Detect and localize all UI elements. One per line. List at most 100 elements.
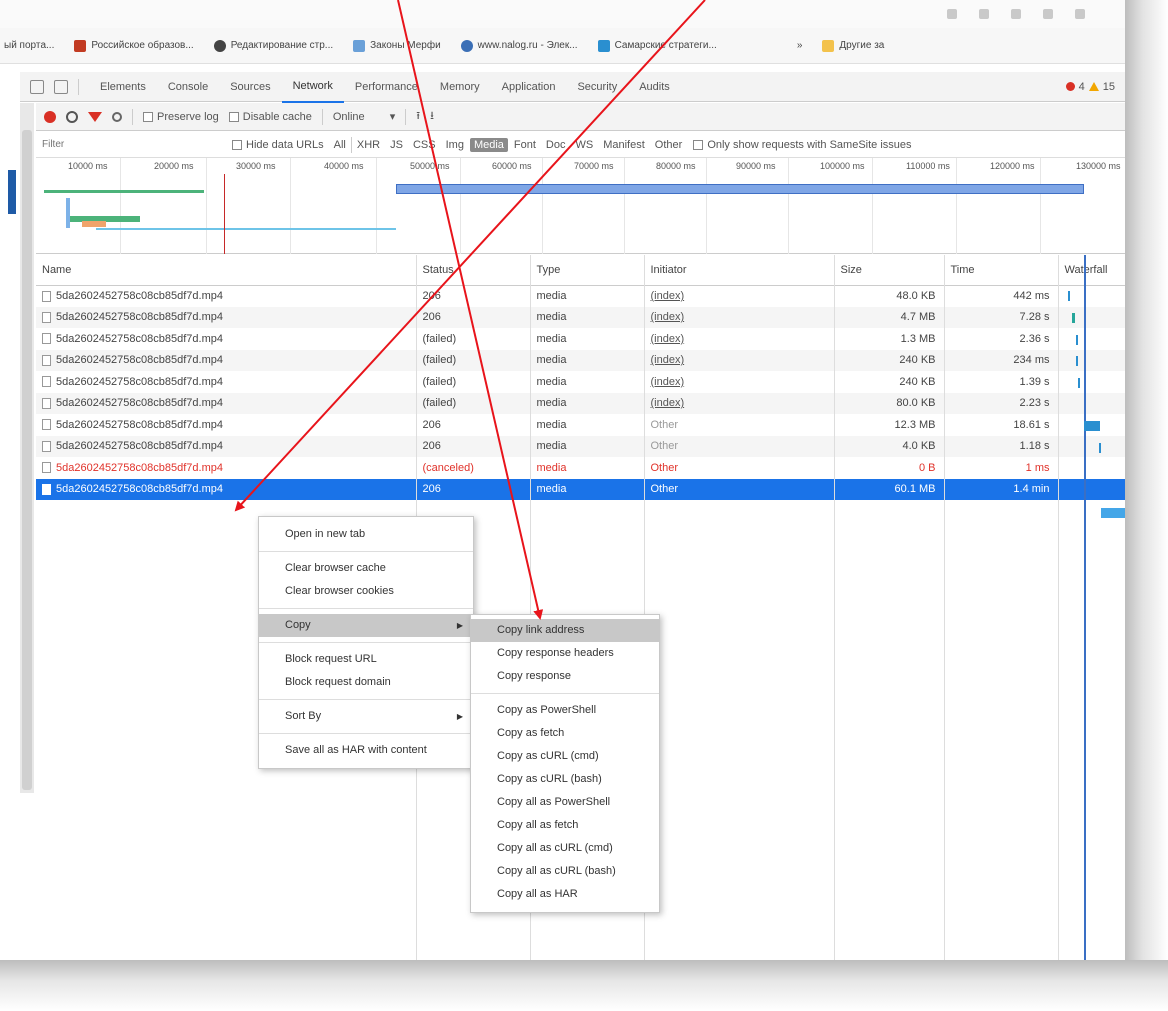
column-header-status[interactable]: Status <box>416 255 531 286</box>
waterfall-bar <box>1072 313 1075 323</box>
tab-network[interactable]: Network <box>281 71 344 103</box>
table-row[interactable]: 5da2602452758c08cb85df7d.mp4 206 media O… <box>36 414 1126 436</box>
extension-icon[interactable] <box>1043 9 1053 19</box>
table-row[interactable]: 5da2602452758c08cb85df7d.mp4 (canceled) … <box>36 457 1126 479</box>
menu-item-copy-response-headers[interactable]: Copy response headers <box>471 642 659 665</box>
filter-type-manifest[interactable]: Manifest <box>599 138 649 152</box>
bookmark-item[interactable]: Самарские стратеги... <box>597 39 717 52</box>
bookmark-item[interactable]: www.nalog.ru - Элек... <box>460 39 578 52</box>
table-row[interactable]: 5da2602452758c08cb85df7d.mp4 (failed) me… <box>36 328 1126 350</box>
record-icon[interactable] <box>44 110 56 123</box>
table-row[interactable]: 5da2602452758c08cb85df7d.mp4 206 media (… <box>36 285 1126 307</box>
filter-type-css[interactable]: CSS <box>409 138 440 152</box>
import-har-icon[interactable]: ⭱ <box>416 107 420 126</box>
table-row[interactable]: 5da2602452758c08cb85df7d.mp4 206 media O… <box>36 435 1126 457</box>
menu-item-copy-response[interactable]: Copy response <box>471 665 659 688</box>
preserve-log-checkbox[interactable]: Preserve log <box>143 111 219 123</box>
disable-cache-checkbox[interactable]: Disable cache <box>228 111 312 123</box>
menu-item-open-in-new-tab[interactable]: Open in new tab <box>259 523 473 546</box>
menu-item-copy[interactable]: Copy ▶ <box>259 614 473 637</box>
filter-type-all[interactable]: All <box>330 138 350 152</box>
table-row[interactable]: 5da2602452758c08cb85df7d.mp4 206 media (… <box>36 306 1126 328</box>
tab-performance[interactable]: Performance <box>344 72 429 102</box>
status-cell: (canceled) <box>416 457 531 479</box>
filter-type-ws[interactable]: WS <box>571 138 597 152</box>
tab-memory[interactable]: Memory <box>429 72 491 102</box>
menu-item-clear-browser-cache[interactable]: Clear browser cache <box>259 557 473 580</box>
tab-security[interactable]: Security <box>566 72 628 102</box>
menu-item-copy-as-powershell[interactable]: Copy as PowerShell <box>471 699 659 722</box>
filter-type-xhr[interactable]: XHR <box>353 138 384 152</box>
extension-icon[interactable] <box>1075 9 1085 19</box>
left-scrollbar-thumb[interactable] <box>22 130 32 790</box>
initiator-link[interactable]: (index) <box>644 328 835 350</box>
filter-type-media[interactable]: Media <box>469 137 508 152</box>
table-row[interactable]: 5da2602452758c08cb85df7d.mp4 (failed) me… <box>36 392 1126 414</box>
menu-item-copy-link-address[interactable]: Copy link address <box>471 619 659 642</box>
error-warning-counter[interactable]: 4 15 <box>1065 81 1115 93</box>
extension-icon[interactable] <box>979 9 989 19</box>
search-icon[interactable] <box>112 111 122 122</box>
column-header-time[interactable]: Time <box>944 255 1059 286</box>
filter-type-doc[interactable]: Doc <box>542 138 570 152</box>
extension-icon[interactable] <box>1011 9 1021 19</box>
filter-type-font[interactable]: Font <box>510 138 540 152</box>
initiator-link[interactable]: (index) <box>644 392 835 414</box>
bookmark-item[interactable]: Российское образов... <box>74 39 194 52</box>
menu-item-copy-as-fetch[interactable]: Copy as fetch <box>471 722 659 745</box>
filter-type-img[interactable]: Img <box>442 138 468 152</box>
column-header-type[interactable]: Type <box>530 255 645 286</box>
menu-item-block-request-url[interactable]: Block request URL <box>259 648 473 671</box>
throttling-select[interactable]: Online ▾ <box>333 110 395 123</box>
menu-item-copy-all-as-curl-cmd[interactable]: Copy all as cURL (cmd) <box>471 837 659 860</box>
filter-input[interactable] <box>42 135 232 154</box>
table-row-selected[interactable]: 5da2602452758c08cb85df7d.mp4 206 media O… <box>36 478 1126 500</box>
table-row[interactable]: 5da2602452758c08cb85df7d.mp4 (failed) me… <box>36 349 1126 371</box>
column-header-name[interactable]: Name <box>36 255 417 286</box>
gridline <box>120 158 121 254</box>
bookmark-folder[interactable]: Другие за <box>822 39 885 52</box>
menu-item-copy-all-as-har[interactable]: Copy all as HAR <box>471 883 659 906</box>
column-header-initiator[interactable]: Initiator <box>644 255 835 286</box>
menu-item-copy-all-as-curl-bash[interactable]: Copy all as cURL (bash) <box>471 860 659 883</box>
menu-item-copy-all-as-fetch[interactable]: Copy all as fetch <box>471 814 659 837</box>
bookmark-label: Другие за <box>839 40 885 51</box>
file-icon <box>42 354 51 366</box>
device-toggle-icon[interactable] <box>54 79 68 94</box>
menu-item-copy-as-curl-cmd[interactable]: Copy as cURL (cmd) <box>471 745 659 768</box>
menu-item-clear-browser-cookies[interactable]: Clear browser cookies <box>259 580 473 603</box>
initiator-link[interactable]: (index) <box>644 306 835 328</box>
clear-icon[interactable] <box>66 110 78 123</box>
initiator-link[interactable]: (index) <box>644 349 835 371</box>
menu-item-copy-as-curl-bash[interactable]: Copy as cURL (bash) <box>471 768 659 791</box>
filter-icon[interactable] <box>88 111 102 122</box>
samesite-checkbox[interactable]: Only show requests with SameSite issues <box>693 139 912 151</box>
bookmark-item[interactable]: Законы Мерфи <box>353 39 441 52</box>
bookmark-item[interactable]: ый портa... <box>4 40 54 51</box>
filter-type-js[interactable]: JS <box>386 138 407 152</box>
hide-data-urls-label: Hide data URLs <box>246 138 324 151</box>
tab-application[interactable]: Application <box>491 72 567 102</box>
table-row[interactable]: 5da2602452758c08cb85df7d.mp4 (failed) me… <box>36 371 1126 393</box>
initiator-link[interactable]: (index) <box>644 371 835 393</box>
initiator-link[interactable]: (index) <box>644 285 835 307</box>
export-har-icon[interactable]: ⭳ <box>430 107 434 126</box>
tab-audits[interactable]: Audits <box>628 72 681 102</box>
filter-type-other[interactable]: Other <box>651 138 687 152</box>
hide-data-urls-checkbox[interactable]: Hide data URLs <box>232 139 324 151</box>
bookmark-item[interactable]: Редактирование стр... <box>213 39 333 52</box>
bookmark-label: ый портa... <box>4 40 55 51</box>
tab-elements[interactable]: Elements <box>89 72 157 102</box>
menu-item-sort-by[interactable]: Sort By ▶ <box>259 705 473 728</box>
column-header-waterfall[interactable]: Waterfall <box>1058 255 1126 286</box>
inspect-element-icon[interactable] <box>30 79 44 94</box>
bookmarks-overflow-button[interactable]: » <box>797 40 803 51</box>
menu-item-save-all-as-har[interactable]: Save all as HAR with content <box>259 739 473 762</box>
menu-item-copy-all-as-powershell[interactable]: Copy all as PowerShell <box>471 791 659 814</box>
extension-icon[interactable] <box>947 9 957 19</box>
tab-sources[interactable]: Sources <box>219 72 281 102</box>
column-header-size[interactable]: Size <box>834 255 945 286</box>
tab-console[interactable]: Console <box>157 72 219 102</box>
menu-item-block-request-domain[interactable]: Block request domain <box>259 671 473 694</box>
timeline-overview[interactable]: 10000 ms 20000 ms 30000 ms 40000 ms 5000… <box>36 158 1125 254</box>
